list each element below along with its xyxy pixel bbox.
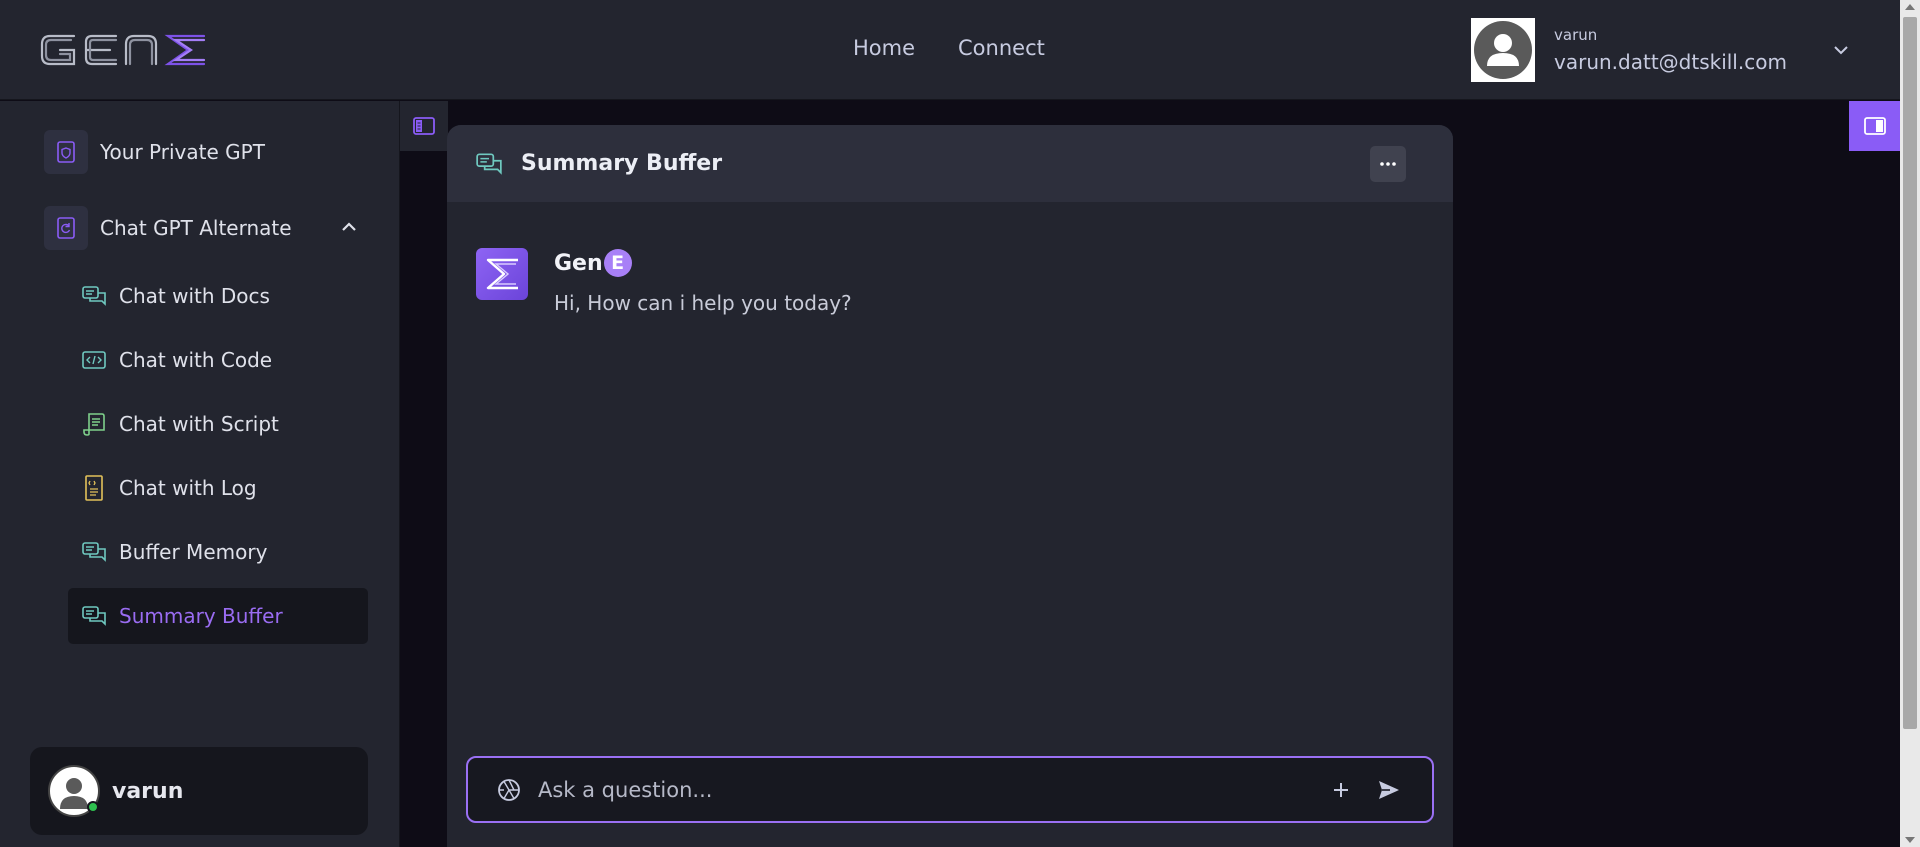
user-name: varun (112, 778, 184, 804)
sidebar-item-chat-with-docs[interactable]: Chat with Docs (68, 268, 368, 324)
chat-title: Summary Buffer (521, 151, 723, 176)
account-email: varun.datt@dtskill.com (1554, 50, 1787, 74)
send-icon (1379, 780, 1399, 799)
message-sender: Gen E (554, 249, 852, 277)
refresh-doc-icon (44, 206, 88, 250)
chat-bubbles-icon (476, 152, 502, 175)
nav-connect[interactable]: Connect (958, 36, 1045, 60)
sidebar-item-label: Chat with Code (119, 348, 273, 372)
sidebar-item-label: Your Private GPT (100, 140, 265, 164)
sidebar: Your Private GPT Chat GPT Alternate Chat… (0, 101, 400, 847)
plus-icon (1334, 782, 1348, 797)
sidebar-item-label: Chat with Docs (119, 284, 270, 308)
toggle-right-panel-button[interactable] (1849, 101, 1900, 151)
toggle-sidebar-button[interactable] (400, 101, 448, 151)
chat-bubbles-icon (82, 606, 106, 626)
sidebar-item-summary-buffer[interactable]: Summary Buffer (68, 588, 368, 644)
account-name: varun (1554, 26, 1598, 44)
sidebar-item-buffer-memory[interactable]: Buffer Memory (68, 524, 368, 580)
sidebar-item-label: Buffer Memory (119, 540, 268, 564)
scrollbar-thumb[interactable] (1903, 17, 1917, 729)
message-text: Hi, How can i help you today? (554, 291, 852, 315)
chat-panel: Summary Buffer Gen E Hi, How can i help … (447, 125, 1453, 847)
chevron-up-icon[interactable] (338, 216, 360, 238)
sidebar-item-label: Chat GPT Alternate (100, 216, 292, 240)
add-attachment-button[interactable] (1327, 776, 1355, 804)
sidebar-panel-icon (413, 117, 435, 135)
sidebar-item-label: Summary Buffer (119, 604, 283, 628)
sender-badge: E (603, 249, 632, 277)
main-nav: Home Connect (853, 36, 1045, 60)
nav-home[interactable]: Home (853, 36, 915, 60)
gene-logo[interactable] (38, 30, 210, 70)
sidebar-item-label: Chat with Script (119, 412, 279, 436)
user-profile-card[interactable]: varun (30, 747, 368, 835)
page-scrollbar[interactable] (1900, 0, 1920, 847)
sidebar-item-chat-with-log[interactable]: Chat with Log (68, 460, 368, 516)
chat-bubbles-icon (82, 542, 106, 562)
account-menu[interactable]: varun varun.datt@dtskill.com (1471, 18, 1851, 82)
avatar[interactable] (48, 765, 100, 817)
avatar[interactable] (1471, 18, 1535, 82)
sidebar-item-chat-with-script[interactable]: Chat with Script (68, 396, 368, 452)
top-header: Home Connect varun varun.datt@dtskill.co… (0, 0, 1900, 100)
right-panel-icon (1863, 117, 1886, 135)
chat-bubbles-icon (82, 286, 106, 306)
sidebar-item-chat-with-code[interactable]: Chat with Code (68, 332, 368, 388)
log-file-icon (85, 475, 103, 501)
question-input[interactable] (538, 769, 1327, 810)
script-scroll-icon (83, 413, 105, 436)
bot-avatar (476, 248, 528, 300)
shield-doc-icon (44, 130, 88, 174)
user-avatar-icon (1474, 21, 1532, 79)
ellipsis-icon (1380, 162, 1396, 166)
message-composer (466, 756, 1434, 823)
online-status-dot (87, 801, 99, 813)
bot-message: Gen E Hi, How can i help you today? (476, 248, 852, 315)
scroll-down-icon[interactable] (1905, 837, 1915, 843)
chevron-down-icon[interactable] (1831, 40, 1851, 60)
aperture-icon[interactable] (496, 777, 522, 803)
sidebar-item-private-gpt[interactable]: Your Private GPT (44, 130, 265, 174)
code-window-icon (82, 351, 106, 369)
sender-name: Gen (554, 250, 603, 276)
chat-header: Summary Buffer (447, 125, 1453, 202)
send-button[interactable] (1375, 776, 1403, 804)
sigma-icon (486, 258, 518, 290)
sidebar-item-label: Chat with Log (119, 476, 257, 500)
sidebar-item-chat-gpt-alternate[interactable]: Chat GPT Alternate (44, 206, 292, 250)
more-options-button[interactable] (1370, 146, 1406, 182)
scroll-up-icon[interactable] (1905, 4, 1915, 10)
